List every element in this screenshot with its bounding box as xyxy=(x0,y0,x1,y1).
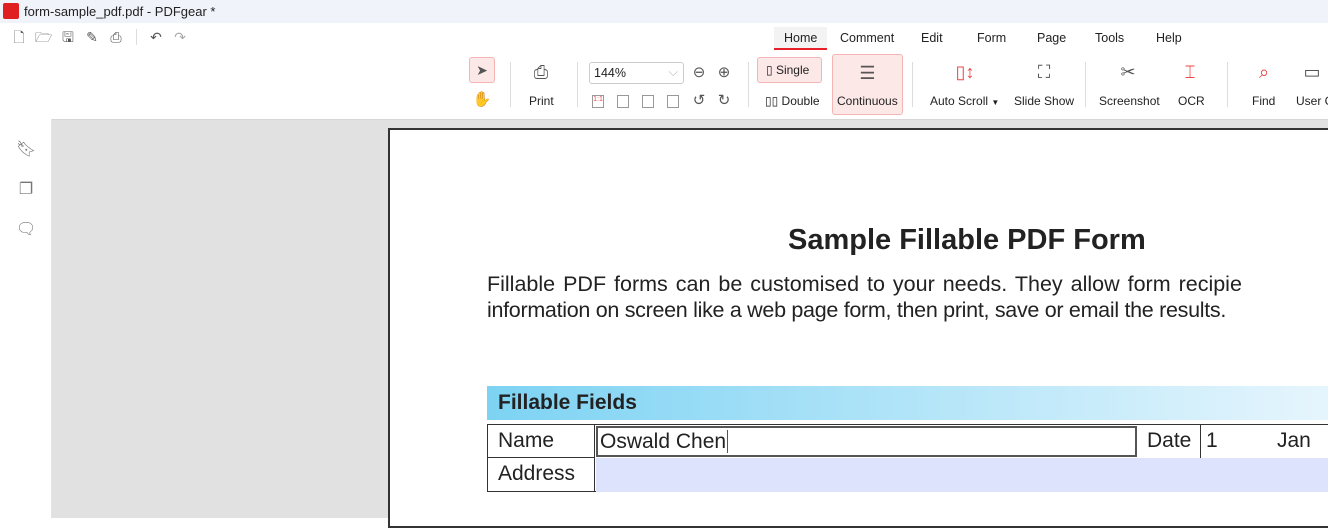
pdfgear-logo xyxy=(3,3,19,19)
user-guide-icon: ▭ xyxy=(1303,62,1321,82)
tab-edit[interactable]: Edit xyxy=(921,31,943,45)
fit-page-icon[interactable] xyxy=(617,95,629,108)
rotate-left-icon[interactable]: ↺ xyxy=(690,91,708,111)
print-button[interactable]: Print xyxy=(529,94,554,108)
scissors-icon: ✂ xyxy=(1120,62,1136,82)
auto-scroll-icon: ▯↕ xyxy=(955,62,975,82)
divider xyxy=(1085,62,1086,107)
redo-icon[interactable]: ↷ xyxy=(172,29,188,45)
open-folder-icon[interactable]: 🗁 xyxy=(35,29,52,45)
fit-width-icon[interactable] xyxy=(642,95,654,108)
continuous-icon: ☰ xyxy=(859,63,876,83)
address-label: Address xyxy=(488,458,595,492)
print-icon: ⎙ xyxy=(533,62,549,82)
comment-icon[interactable]: 🗨︎ xyxy=(16,219,36,239)
address-input[interactable] xyxy=(596,458,1328,492)
date-label: Date xyxy=(1137,425,1201,458)
divider xyxy=(748,62,749,107)
window-title: form-sample_pdf.pdf - PDFgear * xyxy=(24,4,216,19)
divider xyxy=(136,29,137,45)
document-heading: Sample Fillable PDF Form xyxy=(788,224,1146,256)
zoom-in-icon[interactable]: ⊕ xyxy=(715,63,733,83)
ocr-icon: ⌶ xyxy=(1184,62,1196,82)
name-value: Oswald Chen xyxy=(600,430,729,453)
auto-scroll-label: Auto Scroll xyxy=(930,94,989,108)
tab-help[interactable]: Help xyxy=(1156,31,1182,45)
select-tool-button[interactable]: ➤ xyxy=(469,57,495,83)
zoom-value: 144% xyxy=(594,66,626,80)
section-header: Fillable Fields xyxy=(487,386,1328,420)
continuous-label: Continuous xyxy=(837,94,898,108)
fit-height-icon[interactable] xyxy=(667,95,679,108)
chevron-down-icon: ⌵ xyxy=(668,65,678,79)
double-page-icon: ▯▯ xyxy=(765,94,782,108)
date-day-input[interactable]: 1 xyxy=(1206,429,1218,453)
zoom-select[interactable]: 144% ⌵ xyxy=(589,62,684,84)
find-button[interactable]: Find xyxy=(1252,94,1275,108)
name-input[interactable]: Oswald Chen xyxy=(596,426,1137,457)
new-file-icon[interactable]: 🗋 xyxy=(11,29,27,45)
divider xyxy=(577,62,578,107)
title-bar: form-sample_pdf.pdf - PDFgear * xyxy=(0,0,1328,23)
double-page-button[interactable]: ▯▯ Double xyxy=(765,94,820,108)
intro-line-1: Fillable PDF forms can be customised to … xyxy=(487,272,1242,296)
pages-icon[interactable]: ❐ xyxy=(16,179,36,199)
tab-comment[interactable]: Comment xyxy=(840,31,894,45)
continuous-button[interactable]: ☰ Continuous xyxy=(832,54,903,115)
tab-tools[interactable]: Tools xyxy=(1095,31,1124,45)
slide-show-icon: ⛶ xyxy=(1037,62,1051,82)
auto-scroll-button[interactable]: Auto Scroll ▼ xyxy=(930,94,999,108)
zoom-out-icon[interactable]: ⊖ xyxy=(690,63,708,83)
rotate-right-icon[interactable]: ↻ xyxy=(715,91,733,111)
single-page-icon: ▯ xyxy=(766,63,776,77)
save-icon[interactable]: 🖫 xyxy=(60,29,76,45)
user-guide-button[interactable]: User G xyxy=(1296,94,1328,108)
print-icon[interactable]: ⎙ xyxy=(108,29,124,45)
divider xyxy=(912,62,913,107)
caret-down-icon: ▼ xyxy=(991,98,1000,107)
screenshot-button[interactable]: Screenshot xyxy=(1099,94,1160,108)
date-month-input[interactable]: Jan xyxy=(1277,429,1311,453)
ocr-button[interactable]: OCR xyxy=(1178,94,1205,108)
name-label: Name xyxy=(488,425,595,458)
hand-tool-button[interactable]: ✋ xyxy=(471,90,493,110)
bookmark-icon[interactable]: 🔖︎ xyxy=(16,139,36,159)
save-as-icon[interactable]: ✎ xyxy=(84,29,100,45)
form-table: Name Oswald Chen Date 1 Jan Address xyxy=(487,424,1328,492)
divider xyxy=(1227,62,1228,107)
divider xyxy=(510,62,511,107)
single-page-button[interactable]: ▯ Single xyxy=(757,57,822,83)
double-label: Double xyxy=(781,94,820,108)
slide-show-button[interactable]: Slide Show xyxy=(1014,94,1074,108)
find-icon: ⌕ xyxy=(1258,62,1270,82)
tab-home[interactable]: Home xyxy=(774,27,828,50)
tab-page[interactable]: Page xyxy=(1037,31,1066,45)
single-label: Single xyxy=(775,63,810,77)
intro-line-2: information on screen like a web page fo… xyxy=(487,298,1227,322)
undo-icon[interactable]: ↶ xyxy=(148,29,164,45)
tab-form[interactable]: Form xyxy=(977,31,1006,45)
actual-size-icon[interactable]: 1:1 xyxy=(592,95,604,108)
pdf-page: Sample Fillable PDF Form Fillable PDF fo… xyxy=(388,128,1328,528)
